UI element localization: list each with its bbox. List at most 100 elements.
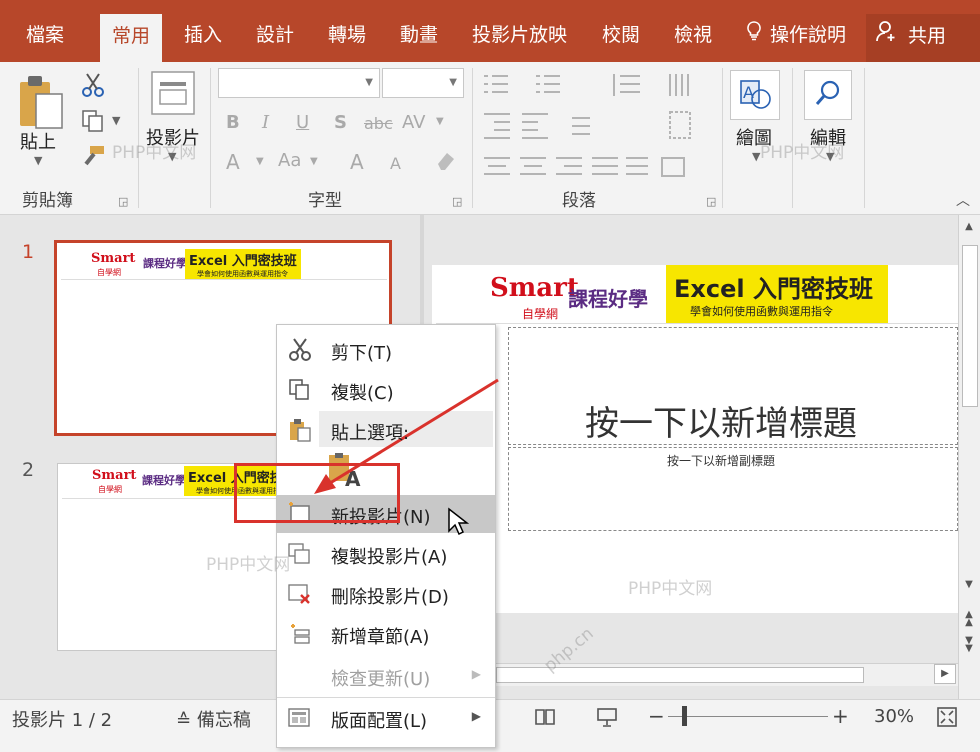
- bold-button[interactable]: B: [226, 112, 240, 133]
- banner-subtitle: 學會如何使用函數與運用指令: [690, 305, 833, 318]
- copy-button[interactable]: [80, 108, 106, 138]
- subtitle-placeholder[interactable]: 按一下以新增副標題: [508, 447, 958, 531]
- tab-insert[interactable]: 插入: [184, 20, 222, 54]
- change-case-button[interactable]: Aa: [278, 150, 301, 171]
- zoom-slider[interactable]: [668, 716, 828, 717]
- brand-logo: Smart: [490, 273, 579, 303]
- add-section-icon: [291, 624, 310, 644]
- zoom-in-icon[interactable]: +: [832, 704, 849, 728]
- menu-item-delete-slide[interactable]: 刪除投影片(D): [277, 575, 495, 613]
- banner-divider: [61, 279, 387, 280]
- scroll-up-icon[interactable]: ▲: [961, 221, 977, 241]
- scrollbar-thumb[interactable]: [496, 667, 864, 683]
- tab-animations[interactable]: 動畫: [400, 20, 438, 54]
- font-launcher-icon[interactable]: ◲: [452, 195, 462, 208]
- change-case-dropdown-icon[interactable]: ▼: [310, 156, 318, 167]
- new-slide-ribbon-button[interactable]: [150, 70, 196, 120]
- italic-button[interactable]: I: [262, 112, 269, 133]
- title-placeholder[interactable]: 按一下以新增標題: [508, 327, 958, 445]
- book-icon: [535, 709, 555, 725]
- next-slide-icon[interactable]: ▼ ▼: [961, 636, 977, 657]
- tab-view[interactable]: 檢視: [674, 20, 712, 54]
- slides-label: 投影片: [146, 128, 200, 149]
- menu-item-label: 版面配置(L): [331, 711, 428, 732]
- duplicate-slide-icon: [288, 543, 310, 564]
- menu-item-label: 刪除投影片(D): [331, 587, 449, 608]
- drawing-button[interactable]: A: [730, 70, 780, 120]
- copy-dropdown-icon[interactable]: ▼: [112, 114, 120, 127]
- tell-me-button[interactable]: 操作說明: [746, 20, 846, 54]
- notes-icon: ≙: [176, 710, 192, 731]
- editing-button[interactable]: [804, 70, 852, 120]
- slide-counter: 投影片 1 / 2: [12, 710, 113, 731]
- course-label: 課程好學: [142, 474, 186, 487]
- menu-separator: [277, 697, 495, 698]
- vertical-scrollbar[interactable]: ▲ ▼ ▲ ▲ ▼ ▼: [958, 215, 980, 699]
- strikethrough-button[interactable]: abc: [364, 114, 393, 133]
- brand-logo: Smart: [92, 468, 137, 483]
- paste-label: 貼上: [20, 132, 56, 153]
- tab-review[interactable]: 校閱: [602, 20, 640, 54]
- zoom-out-icon[interactable]: −: [648, 704, 665, 728]
- clipboard-launcher-icon[interactable]: ◲: [118, 195, 128, 208]
- horizontal-scrollbar[interactable]: ▶: [496, 663, 958, 686]
- tab-file[interactable]: 檔案: [26, 20, 64, 54]
- char-spacing-dropdown-icon[interactable]: ▼: [436, 116, 444, 127]
- banner-divider: [436, 323, 958, 324]
- layout-icon: [288, 708, 310, 727]
- lightbulb-icon: [746, 20, 764, 50]
- previous-slide-icon[interactable]: ▲ ▲: [961, 610, 977, 631]
- paste-dropdown-icon[interactable]: ▼: [34, 154, 42, 167]
- share-button[interactable]: 共用: [876, 20, 946, 54]
- menu-item-duplicate-slide[interactable]: 複製投影片(A): [277, 535, 495, 573]
- tab-slideshow[interactable]: 投影片放映: [472, 20, 567, 54]
- font-name-combo[interactable]: ▼: [218, 68, 380, 98]
- zoom-slider-thumb[interactable]: [682, 706, 687, 726]
- group-separator: [138, 68, 139, 208]
- notes-button[interactable]: ≙ 備忘稿: [176, 706, 251, 732]
- drawing-dropdown-icon[interactable]: ▼: [752, 150, 760, 163]
- scroll-down-icon[interactable]: ▼: [961, 579, 977, 599]
- slide-canvas[interactable]: Smart 自學網 課程好學 Excel 入門密技班 學會如何使用函數與運用指令…: [432, 265, 958, 613]
- cut-button[interactable]: [80, 72, 106, 102]
- submenu-arrow-icon: ▶: [471, 667, 481, 681]
- fit-to-window-button[interactable]: [936, 706, 958, 732]
- share-label: 共用: [908, 25, 947, 47]
- banner-subtitle: 學會如何使用函數與運用指令: [197, 270, 288, 278]
- font-color-button[interactable]: A: [226, 150, 240, 174]
- font-color-dropdown-icon[interactable]: ▼: [256, 156, 264, 167]
- course-banner: Excel 入門密技班 學會如何使用函數與運用指令: [185, 249, 301, 279]
- ribbon-tab-bar: 檔案 常用 插入 設計 轉場 動畫 投影片放映 校閱 檢視 操作說明 共用: [0, 0, 980, 62]
- submenu-arrow-icon: ▶: [471, 709, 481, 723]
- shrink-font-button[interactable]: A: [390, 154, 401, 173]
- scrollbar-thumb[interactable]: [962, 245, 978, 407]
- menu-item-check-updates: 檢查更新(U) ▶: [277, 657, 495, 695]
- font-size-combo[interactable]: ▼: [382, 68, 464, 98]
- slide-layout-icon: [151, 71, 195, 115]
- format-painter-button[interactable]: [80, 144, 106, 174]
- menu-item-label: 檢查更新(U): [331, 669, 431, 690]
- paste-button[interactable]: [16, 72, 66, 134]
- group-separator: [792, 68, 793, 208]
- ribbon: 貼上 ▼ ▼ 剪貼簿 ◲ 投影片 ▼ ▼ ▼ B I U S abc AV ▼ …: [0, 62, 980, 215]
- tab-transitions[interactable]: 轉場: [328, 20, 366, 54]
- paragraph-launcher-icon[interactable]: ◲: [706, 195, 716, 208]
- collapse-ribbon-icon[interactable]: ︿: [956, 190, 970, 210]
- thumbnail-number: 2: [22, 459, 35, 481]
- reading-view-button[interactable]: [534, 706, 556, 732]
- menu-item-add-section[interactable]: 新增章節(A): [277, 615, 495, 653]
- menu-item-layout[interactable]: 版面配置(L) ▶: [277, 699, 495, 737]
- clear-formatting-button[interactable]: [434, 148, 458, 176]
- editing-dropdown-icon[interactable]: ▼: [826, 150, 834, 163]
- slideshow-button[interactable]: [596, 706, 618, 732]
- underline-button[interactable]: U: [296, 112, 309, 133]
- zoom-level[interactable]: 30%: [874, 706, 914, 727]
- menu-item-cut[interactable]: 剪下(T): [277, 331, 495, 369]
- shadow-button[interactable]: S: [334, 112, 347, 133]
- scroll-right-icon[interactable]: ▶: [934, 664, 956, 684]
- tab-home[interactable]: 常用: [100, 14, 163, 62]
- char-spacing-button[interactable]: AV: [402, 112, 425, 133]
- slides-dropdown-icon[interactable]: ▼: [168, 150, 176, 163]
- grow-font-button[interactable]: A: [350, 150, 364, 174]
- tab-design[interactable]: 設計: [256, 20, 294, 54]
